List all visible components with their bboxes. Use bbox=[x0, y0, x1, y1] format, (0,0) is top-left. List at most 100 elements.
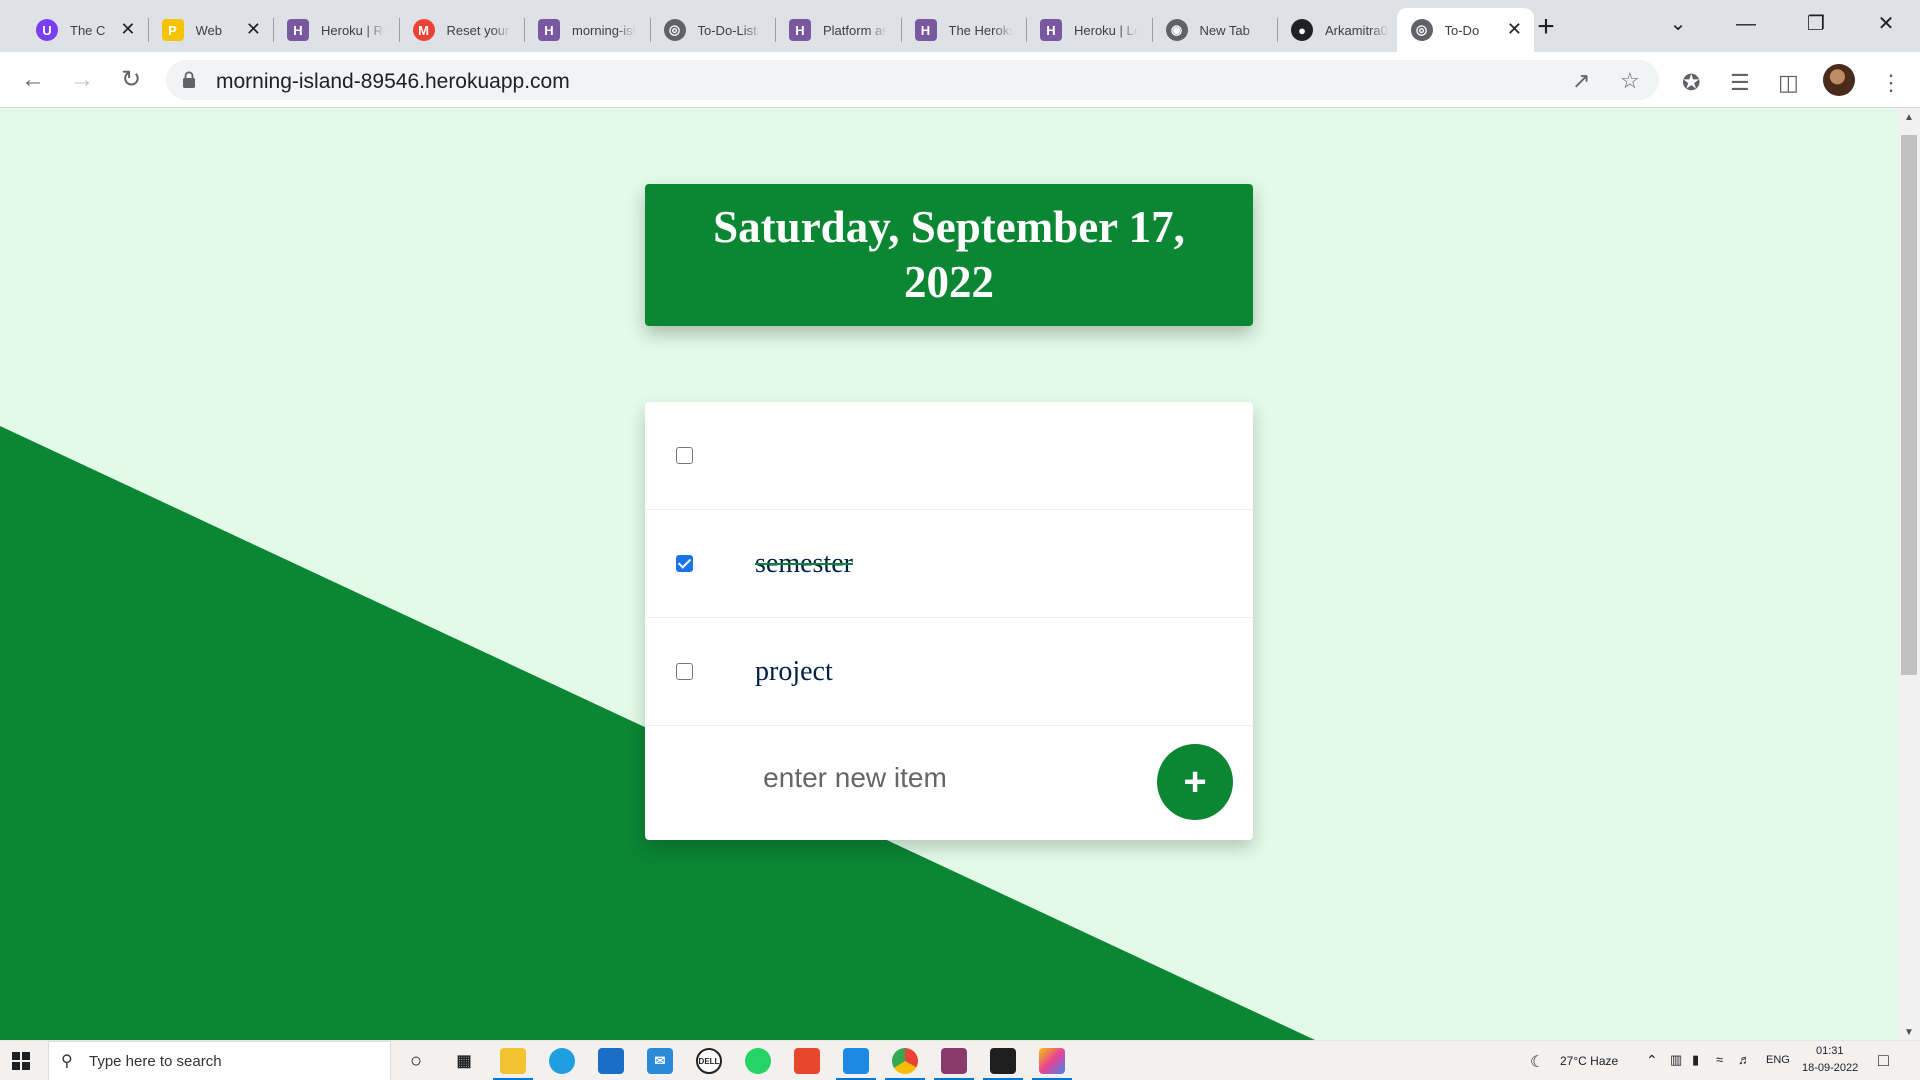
tab-title: To-Do-List bbox=[697, 22, 757, 38]
media-control-icon[interactable]: ☰ bbox=[1730, 70, 1750, 96]
date-heading: Saturday, September 17, 2022 bbox=[713, 202, 1185, 307]
language-indicator[interactable]: ENG bbox=[1766, 1054, 1790, 1066]
browser-tab[interactable]: ◎ To-Do-List bbox=[650, 8, 776, 52]
lock-icon bbox=[183, 71, 195, 88]
tray-chevron-icon[interactable]: ⌃ bbox=[1646, 1052, 1658, 1069]
address-bar[interactable]: morning-island-89546.herokuapp.com ↗ ☆ bbox=[166, 60, 1659, 100]
restore-button[interactable]: ❐ bbox=[1786, 6, 1846, 42]
tab-title: Heroku | Lo bbox=[1074, 22, 1138, 38]
forward-arrow-icon[interactable]: → bbox=[64, 62, 100, 98]
tab-close-icon[interactable]: ✕ bbox=[246, 19, 261, 39]
globe-icon: ◎ bbox=[1410, 19, 1433, 41]
bookmark-star-icon[interactable]: ☆ bbox=[1620, 68, 1640, 94]
task-view-icon[interactable]: ▦ bbox=[451, 1048, 477, 1074]
purple-circle-icon: U bbox=[36, 19, 58, 41]
scrollbar-thumb[interactable] bbox=[1901, 135, 1917, 675]
dell-icon[interactable]: DELL bbox=[696, 1048, 722, 1074]
gmail-icon: M bbox=[412, 19, 435, 41]
tab-title: Reset your bbox=[446, 22, 510, 38]
windows-start-icon[interactable] bbox=[12, 1052, 30, 1070]
heroku-icon: H bbox=[287, 19, 309, 41]
todo-item bbox=[645, 402, 1253, 510]
wifi-icon[interactable]: ≈ bbox=[1716, 1052, 1723, 1067]
cortana-icon[interactable]: ○ bbox=[403, 1048, 429, 1074]
tab-title: To-Do bbox=[1444, 22, 1480, 38]
edge-icon[interactable] bbox=[549, 1048, 575, 1074]
menu-kebab-icon[interactable]: ⋮ bbox=[1880, 70, 1902, 96]
battery-icon[interactable]: ▮ bbox=[1692, 1052, 1699, 1068]
page-scrollbar[interactable]: ▲ ▼ bbox=[1898, 108, 1920, 1040]
heroku-icon: H bbox=[914, 19, 937, 41]
browser-tab[interactable]: ◉ New Tab bbox=[1152, 8, 1278, 52]
scroll-up-arrow-icon[interactable]: ▲ bbox=[1898, 112, 1920, 123]
tab-close-icon[interactable]: ✕ bbox=[1507, 19, 1522, 39]
weather-text[interactable]: 27°C Haze bbox=[1560, 1054, 1618, 1068]
todo-item: project bbox=[645, 618, 1253, 726]
browser-tab[interactable]: Hmorning-isl bbox=[524, 8, 650, 52]
chrome-icon: ◉ bbox=[1165, 19, 1188, 41]
browser-tab[interactable]: H The Heroku bbox=[901, 8, 1027, 52]
browser-tab[interactable]: P Web ✕ bbox=[148, 8, 274, 52]
extensions-puzzle-icon[interactable]: ✪ bbox=[1682, 70, 1700, 96]
todo-item-text: project bbox=[755, 656, 833, 687]
winrar-icon[interactable] bbox=[941, 1048, 967, 1074]
browser-toolbar: ← → ↻ morning-island-89546.herokuapp.com… bbox=[0, 52, 1920, 108]
back-arrow-icon[interactable]: ← bbox=[15, 62, 51, 98]
app-icon[interactable] bbox=[1039, 1048, 1065, 1074]
tab-title: Arkamitra02 bbox=[1325, 22, 1389, 38]
windows-taskbar: ⚲ Type here to search ○ ▦ ✉ DELL ☾ 27°C … bbox=[0, 1040, 1920, 1080]
whatsapp-icon[interactable] bbox=[745, 1048, 771, 1074]
search-icon: ⚲ bbox=[61, 1053, 73, 1070]
clock-date[interactable]: 18-09-2022 bbox=[1802, 1062, 1858, 1074]
tab-close-icon[interactable]: ✕ bbox=[120, 19, 135, 39]
vscode-icon[interactable] bbox=[843, 1048, 869, 1074]
todo-checkbox[interactable] bbox=[676, 663, 693, 680]
url-text: morning-island-89546.herokuapp.com bbox=[216, 70, 570, 93]
browser-tab[interactable]: ◎ To-Do ✕ bbox=[1396, 8, 1534, 52]
side-panel-icon[interactable]: ◫ bbox=[1778, 70, 1799, 96]
store-icon[interactable] bbox=[598, 1048, 624, 1074]
todo-checkbox[interactable] bbox=[676, 555, 693, 572]
browser-tab[interactable]: M Reset your bbox=[399, 8, 525, 52]
close-window-button[interactable]: ✕ bbox=[1856, 6, 1916, 42]
file-explorer-icon[interactable] bbox=[500, 1048, 526, 1074]
taskbar-search-box[interactable]: ⚲ Type here to search bbox=[48, 1041, 391, 1080]
tab-title: The Heroku bbox=[948, 22, 1013, 38]
tab-title: Heroku | Re bbox=[321, 22, 385, 38]
webflow-icon: P bbox=[161, 19, 184, 41]
github-icon: ● bbox=[1291, 19, 1313, 41]
browser-tab[interactable]: H Heroku | Re bbox=[273, 8, 399, 52]
tab-search-chevron-icon[interactable]: ⌄ bbox=[1648, 6, 1708, 42]
share-icon[interactable]: ↗ bbox=[1572, 68, 1590, 94]
reload-icon[interactable]: ↻ bbox=[113, 62, 149, 98]
volume-icon[interactable]: ♬ bbox=[1738, 1052, 1751, 1067]
heroku-icon: H bbox=[538, 19, 560, 41]
profile-avatar[interactable] bbox=[1823, 64, 1855, 96]
heroku-icon: H bbox=[1040, 19, 1062, 41]
chrome-icon[interactable] bbox=[892, 1048, 918, 1074]
minimize-button[interactable]: — bbox=[1716, 6, 1776, 42]
weather-moon-icon: ☾ bbox=[1530, 1054, 1545, 1071]
browser-tab[interactable]: ● Arkamitra02 bbox=[1277, 8, 1403, 52]
add-item-row: + bbox=[645, 726, 1253, 832]
page-viewport: Saturday, September 17, 2022 semester pr… bbox=[0, 108, 1898, 1040]
browser-tab-strip: + ⌄ — ❐ ✕ U The C ✕ P Web ✕ H Heroku | Re M Reset… bbox=[0, 0, 1920, 52]
browser-tab[interactable]: U The C ✕ bbox=[22, 8, 148, 52]
globe-icon: ◎ bbox=[663, 19, 686, 41]
date-heading-box: Saturday, September 17, 2022 bbox=[645, 184, 1253, 326]
scroll-down-arrow-icon[interactable]: ▼ bbox=[1898, 1027, 1920, 1038]
notifications-icon[interactable]: □ bbox=[1878, 1050, 1889, 1071]
clock-time[interactable]: 01:31 bbox=[1816, 1045, 1844, 1057]
tab-title: Platform as bbox=[823, 22, 887, 38]
todo-checkbox[interactable] bbox=[676, 447, 693, 464]
tray-app-icon[interactable]: ▥ bbox=[1670, 1052, 1682, 1068]
terminal-icon[interactable] bbox=[990, 1048, 1016, 1074]
mail-icon[interactable]: ✉ bbox=[647, 1048, 673, 1074]
tab-title: morning-isl bbox=[572, 22, 636, 38]
todo-item-text: semester bbox=[755, 548, 853, 579]
office-icon[interactable] bbox=[794, 1048, 820, 1074]
browser-tab[interactable]: H Platform as bbox=[775, 8, 901, 52]
new-item-input[interactable] bbox=[705, 756, 1005, 800]
browser-tab[interactable]: H Heroku | Lo bbox=[1026, 8, 1152, 52]
add-item-button[interactable]: + bbox=[1157, 744, 1233, 820]
